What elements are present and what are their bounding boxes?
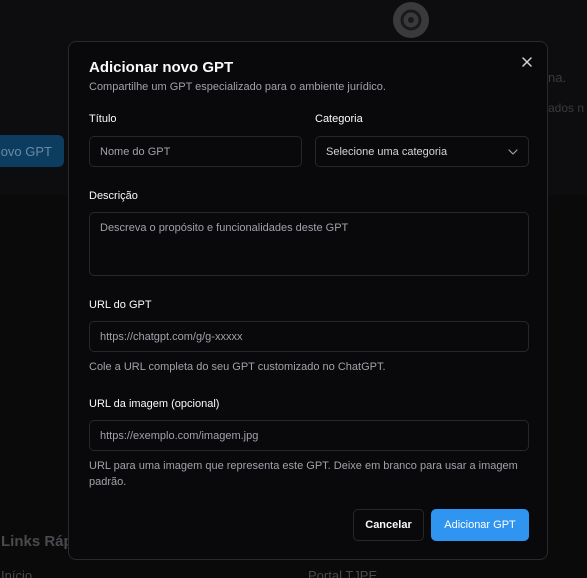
background-text: na. [548, 70, 567, 85]
image-url-label: URL da imagem (opcional) [89, 398, 220, 410]
background-link: Início [1, 568, 33, 578]
dialog-subtitle: Compartilhe um GPT especializado para o … [89, 81, 386, 93]
background-new-gpt-button: novo GPT [0, 135, 64, 167]
gpt-url-input[interactable] [89, 321, 529, 352]
background-link: Portal TJPE [308, 568, 378, 578]
title-label: Título [89, 113, 117, 125]
category-select[interactable]: Selecione uma categoria [315, 136, 529, 167]
category-select-value: Selecione uma categoria [326, 145, 448, 158]
background-links-title: Links Rápi [1, 533, 77, 550]
background-text: ados n [548, 101, 585, 115]
dialog-title: Adicionar novo GPT [89, 59, 234, 76]
description-label: Descrição [89, 190, 138, 202]
cancel-button[interactable]: Cancelar [353, 509, 424, 541]
description-textarea[interactable] [89, 212, 529, 276]
page: na. ados n novo GPT Links Rápi Início Po… [0, 0, 587, 578]
category-label: Categoria [315, 113, 363, 125]
title-input[interactable] [89, 136, 302, 167]
close-icon [522, 57, 532, 67]
gpt-url-label: URL do GPT [89, 299, 152, 311]
chevron-down-icon [508, 148, 518, 155]
gpt-url-help: Cole a URL completa do seu GPT customiza… [89, 361, 386, 373]
add-gpt-button[interactable]: Adicionar GPT [431, 509, 529, 541]
add-gpt-dialog: Adicionar novo GPT Compartilhe um GPT es… [68, 41, 548, 560]
logo-icon [393, 2, 429, 38]
image-url-help: URL para uma imagem que representa este … [89, 460, 518, 488]
close-button[interactable] [519, 54, 535, 70]
image-url-input[interactable] [89, 420, 529, 451]
